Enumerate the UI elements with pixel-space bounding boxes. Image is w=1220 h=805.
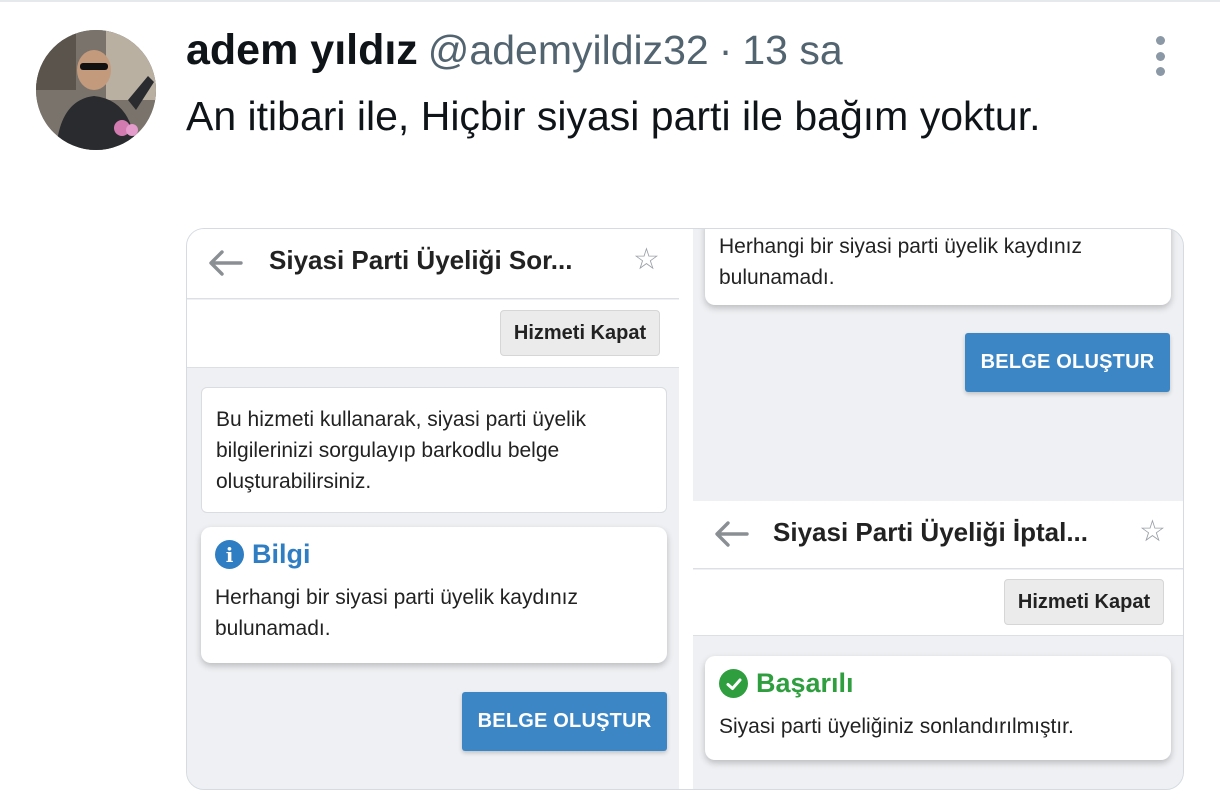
- author-handle[interactable]: @ademyildiz32: [428, 27, 709, 74]
- avatar-photo: [36, 30, 156, 150]
- app-bar: Siyasi Parti Üyeliği Sor... ☆: [187, 229, 679, 299]
- author-name[interactable]: adem yıldız: [186, 26, 418, 75]
- check-circle-icon: [719, 669, 748, 698]
- service-description: Bu hizmeti kullanarak, siyasi parti üyel…: [201, 387, 667, 513]
- back-arrow-icon[interactable]: [207, 248, 243, 278]
- info-alert: Herhangi bir siyasi parti üyelik kaydını…: [705, 229, 1171, 305]
- screenshot-query-result: Herhangi bir siyasi parti üyelik kaydını…: [693, 229, 1183, 501]
- tweet-header: adem yıldız @ademyildiz32 · 13 sa: [186, 26, 843, 75]
- info-icon: i: [215, 540, 244, 569]
- success-alert: Başarılı Siyasi parti üyeliğiniz sonland…: [705, 656, 1171, 760]
- favorite-star-icon[interactable]: ☆: [633, 245, 660, 275]
- page-title: Siyasi Parti Üyeliği Sor...: [269, 245, 573, 275]
- alert-header: i Bilgi: [215, 539, 653, 570]
- collage-divider-horizontal: [693, 501, 1183, 515]
- alert-header: Başarılı: [719, 668, 1157, 699]
- close-service-button[interactable]: Hizmeti Kapat: [1004, 579, 1164, 625]
- tweet-text: An itibari ile, Hiçbir siyasi parti ile …: [186, 93, 1041, 139]
- more-dot: [1155, 51, 1165, 61]
- collage-divider-vertical: [679, 229, 693, 789]
- separator-dot: ·: [718, 27, 733, 73]
- toolbar: Hizmeti Kapat: [693, 570, 1183, 636]
- more-dot: [1155, 36, 1165, 45]
- favorite-star-icon[interactable]: ☆: [1139, 517, 1166, 547]
- more-dot: [1155, 67, 1165, 76]
- app-bar: Siyasi Parti Üyeliği İptal... ☆: [693, 515, 1183, 569]
- top-divider: [0, 0, 1220, 2]
- alert-title: Bilgi: [252, 539, 311, 569]
- close-service-button[interactable]: Hizmeti Kapat: [500, 310, 660, 356]
- tweet-timestamp[interactable]: 13 sa: [742, 27, 842, 74]
- alert-message: Herhangi bir siyasi parti üyelik kaydını…: [719, 235, 1082, 289]
- back-arrow-icon[interactable]: [713, 519, 749, 549]
- alert-title: Başarılı: [756, 668, 854, 698]
- create-document-button[interactable]: BELGE OLUŞTUR: [965, 333, 1170, 392]
- screenshot-query: Siyasi Parti Üyeliği Sor... ☆ Hizmeti Ka…: [187, 229, 679, 789]
- more-options-icon[interactable]: [1150, 36, 1170, 76]
- screenshot-cancel: Siyasi Parti Üyeliği İptal... ☆ Hizmeti …: [693, 515, 1183, 789]
- avatar[interactable]: [36, 30, 156, 150]
- alert-message: Siyasi parti üyeliğiniz sonlandırılmıştı…: [719, 715, 1074, 738]
- toolbar: Hizmeti Kapat: [187, 300, 679, 368]
- page-title: Siyasi Parti Üyeliği İptal...: [773, 517, 1089, 547]
- alert-message: Herhangi bir siyasi parti üyelik kaydını…: [215, 586, 578, 640]
- info-alert: i Bilgi Herhangi bir siyasi parti üyelik…: [201, 527, 667, 663]
- create-document-button[interactable]: BELGE OLUŞTUR: [462, 692, 667, 751]
- tweet-media[interactable]: Siyasi Parti Üyeliği Sor... ☆ Hizmeti Ka…: [186, 228, 1184, 790]
